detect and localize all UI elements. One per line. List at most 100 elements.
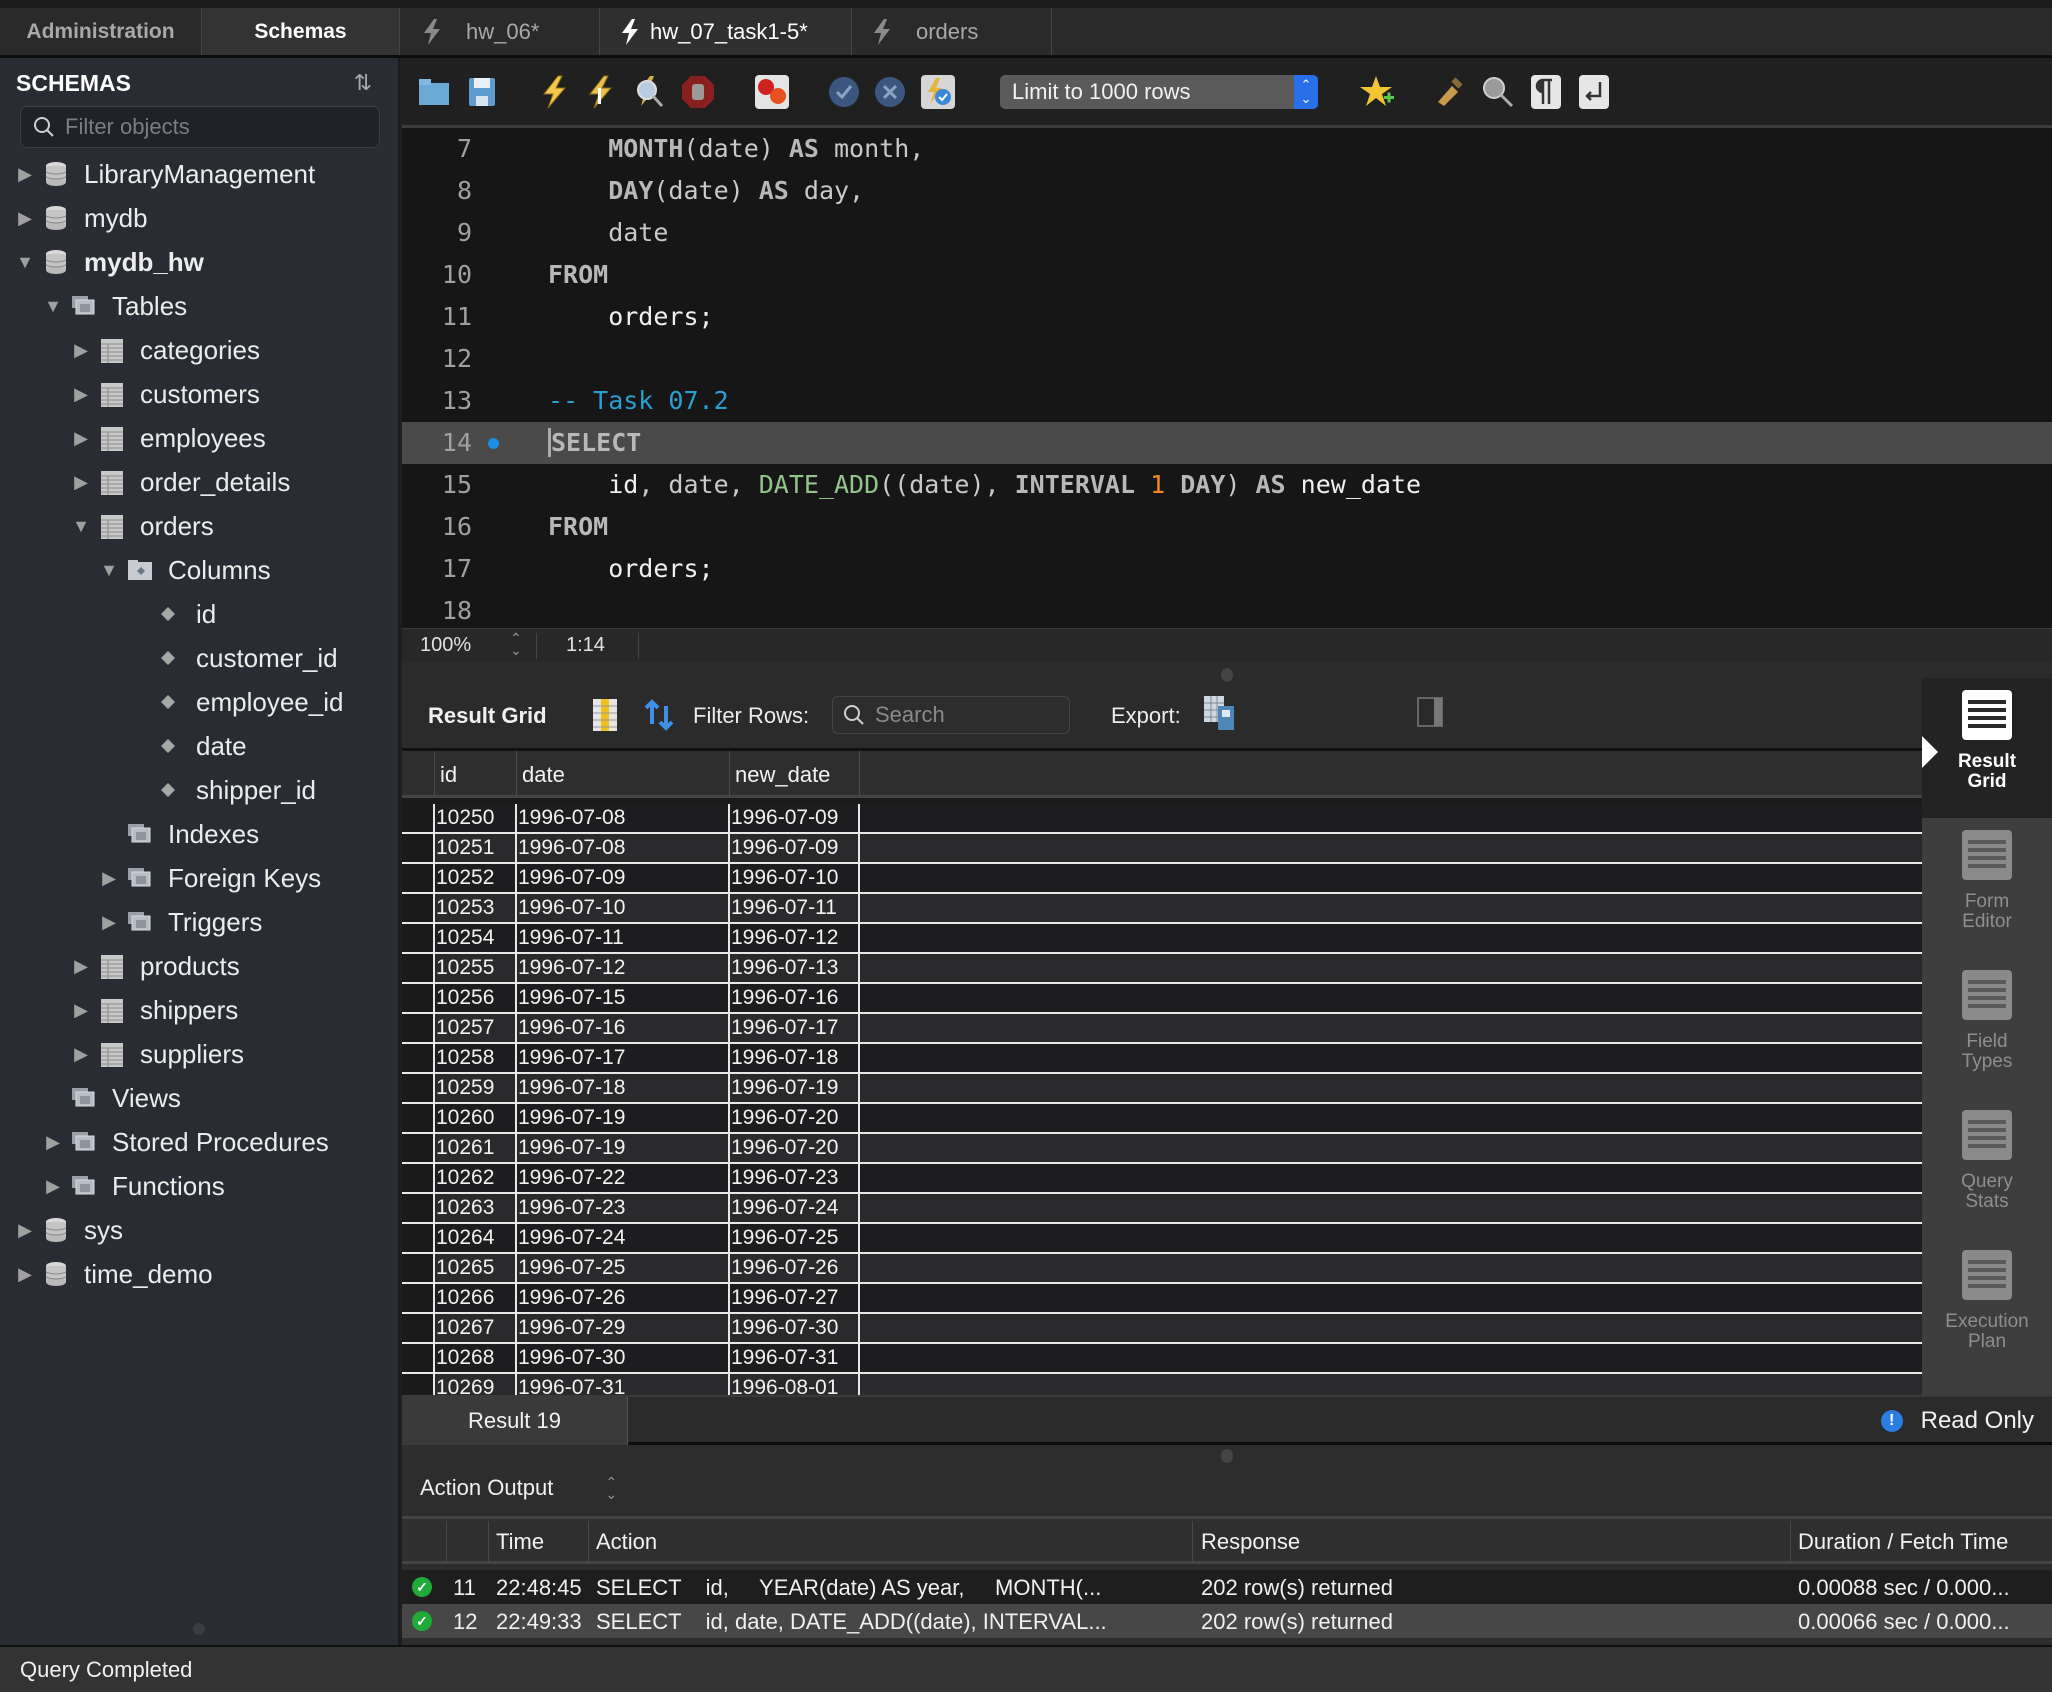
stop-icon[interactable]	[680, 74, 716, 110]
table-row[interactable]: 10265 1996-07-25 1996-07-26	[402, 1254, 1922, 1284]
zoom-stepper[interactable]: ⌃ ⌄	[510, 631, 522, 657]
column-header-action[interactable]: Action	[596, 1529, 657, 1555]
table-cell[interactable]: 1996-07-17	[731, 1016, 838, 1040]
toggle-columns-icon[interactable]	[592, 698, 618, 732]
add-snippet-icon[interactable]	[1360, 74, 1396, 110]
tree-item[interactable]: ▼ Tables	[0, 284, 398, 328]
table-cell[interactable]: 10254	[436, 926, 494, 950]
table-cell[interactable]: 10252	[436, 866, 494, 890]
table-cell[interactable]: 1996-07-30	[518, 1346, 625, 1370]
code-line[interactable]: 10 FROM	[402, 254, 2052, 296]
table-cell[interactable]: 10266	[436, 1286, 494, 1310]
field-types-view[interactable]: Field Types	[1922, 958, 2052, 1098]
table-cell[interactable]: 10263	[436, 1196, 494, 1220]
column-header-new-date[interactable]: new_date	[735, 762, 830, 788]
collapse-arrow-icon[interactable]: ▼	[14, 251, 36, 273]
table-cell[interactable]: 1996-07-09	[731, 806, 838, 830]
table-row[interactable]: 10268 1996-07-30 1996-07-31	[402, 1344, 1922, 1374]
tree-item[interactable]: ▶ LibraryManagement	[0, 152, 398, 196]
table-cell[interactable]: 10251	[436, 836, 494, 860]
tree-item[interactable]: shipper_id	[0, 768, 398, 812]
word-wrap-icon[interactable]	[1576, 74, 1612, 110]
table-cell[interactable]: 10257	[436, 1016, 494, 1040]
expand-arrow-icon[interactable]: ▶	[70, 471, 92, 493]
export-icon[interactable]	[1202, 694, 1238, 732]
tree-item[interactable]: ▶ Triggers	[0, 900, 398, 944]
save-icon[interactable]	[464, 74, 500, 110]
tree-item[interactable]: ▶ order_details	[0, 460, 398, 504]
tree-item[interactable]: date	[0, 724, 398, 768]
tree-item[interactable]: ▼ orders	[0, 504, 398, 548]
table-row[interactable]: 10267 1996-07-29 1996-07-30	[402, 1314, 1922, 1344]
table-cell[interactable]: 1996-07-10	[731, 866, 838, 890]
column-header-date[interactable]: date	[522, 762, 565, 788]
table-cell[interactable]: 1996-07-24	[731, 1196, 838, 1220]
code-line[interactable]: 18	[402, 590, 2052, 628]
editor-tab-hw06[interactable]: hw_06*	[402, 8, 600, 55]
table-row[interactable]: 10253 1996-07-10 1996-07-11	[402, 894, 1922, 924]
table-cell[interactable]: 10269	[436, 1376, 494, 1395]
table-row[interactable]: 10269 1996-07-31 1996-08-01	[402, 1374, 1922, 1395]
table-cell[interactable]: 1996-08-01	[731, 1376, 838, 1395]
execute-icon[interactable]	[536, 74, 572, 110]
toggle-stop-on-error-icon[interactable]	[754, 74, 790, 110]
tree-item[interactable]: employee_id	[0, 680, 398, 724]
table-cell[interactable]: 1996-07-16	[518, 1016, 625, 1040]
table-cell[interactable]: 1996-07-13	[731, 956, 838, 980]
toggle-panel-icon[interactable]	[1416, 696, 1444, 728]
tree-item[interactable]: ▶ suppliers	[0, 1032, 398, 1076]
table-cell[interactable]: 1996-07-31	[731, 1346, 838, 1370]
code-line[interactable]: 7 MONTH(date) AS month,	[402, 128, 2052, 170]
find-icon[interactable]	[1480, 74, 1516, 110]
limit-rows-select[interactable]: Limit to 1000 rows ⌃ ⌄	[1000, 75, 1318, 109]
tree-item[interactable]: ▼ mydb_hw	[0, 240, 398, 284]
column-header-id[interactable]: id	[440, 762, 457, 788]
table-cell[interactable]: 1996-07-22	[518, 1166, 625, 1190]
table-cell[interactable]: 1996-07-31	[518, 1376, 625, 1395]
table-cell[interactable]: 10261	[436, 1136, 494, 1160]
expand-arrow-icon[interactable]: ▶	[42, 1175, 64, 1197]
table-row[interactable]: 10261 1996-07-19 1996-07-20	[402, 1134, 1922, 1164]
table-cell[interactable]: 10260	[436, 1106, 494, 1130]
tree-item[interactable]: Views	[0, 1076, 398, 1120]
expand-arrow-icon[interactable]: ▶	[98, 867, 120, 889]
statement-marker-icon[interactable]	[488, 438, 499, 449]
table-cell[interactable]: 1996-07-09	[731, 836, 838, 860]
expand-arrow-icon[interactable]: ▶	[70, 955, 92, 977]
code-line[interactable]: 12	[402, 338, 2052, 380]
expand-arrow-icon[interactable]: ▶	[70, 383, 92, 405]
tree-item[interactable]: customer_id	[0, 636, 398, 680]
table-row[interactable]: 10252 1996-07-09 1996-07-10	[402, 864, 1922, 894]
table-row[interactable]: 10250 1996-07-08 1996-07-09	[402, 804, 1922, 834]
collapse-arrow-icon[interactable]: ▼	[98, 559, 120, 581]
table-cell[interactable]: 1996-07-10	[518, 896, 625, 920]
table-cell[interactable]: 1996-07-11	[731, 896, 837, 920]
expand-arrow-icon[interactable]: ▶	[98, 911, 120, 933]
table-cell[interactable]: 1996-07-30	[731, 1316, 838, 1340]
autocommit-icon[interactable]	[920, 74, 956, 110]
table-cell[interactable]: 1996-07-12	[518, 956, 625, 980]
table-cell[interactable]: 10250	[436, 806, 494, 830]
code-line[interactable]: 16 FROM	[402, 506, 2052, 548]
table-cell[interactable]: 1996-07-19	[518, 1136, 625, 1160]
table-cell[interactable]: 1996-07-24	[518, 1226, 625, 1250]
result-tab[interactable]: Result 19	[402, 1397, 628, 1445]
code-line[interactable]: 17 orders;	[402, 548, 2052, 590]
tree-item[interactable]: ▶ mydb	[0, 196, 398, 240]
action-row[interactable]: ✓ 11 22:48:45 SELECT id, YEAR(date) AS y…	[402, 1570, 2052, 1604]
code-line[interactable]: 8 DAY(date) AS day,	[402, 170, 2052, 212]
table-row[interactable]: 10264 1996-07-24 1996-07-25	[402, 1224, 1922, 1254]
expand-arrow-icon[interactable]: ▶	[14, 207, 36, 229]
table-cell[interactable]: 10268	[436, 1346, 494, 1370]
table-row[interactable]: 10266 1996-07-26 1996-07-27	[402, 1284, 1922, 1314]
collapse-arrow-icon[interactable]: ▼	[70, 515, 92, 537]
table-row[interactable]: 10262 1996-07-22 1996-07-23	[402, 1164, 1922, 1194]
code-line[interactable]: 13 -- Task 07.2	[402, 380, 2052, 422]
tree-item[interactable]: ▶ time_demo	[0, 1252, 398, 1296]
table-row[interactable]: 10256 1996-07-15 1996-07-16	[402, 984, 1922, 1014]
table-cell[interactable]: 1996-07-26	[731, 1256, 838, 1280]
query-stats-view[interactable]: Query Stats	[1922, 1098, 2052, 1238]
collapse-arrow-icon[interactable]: ▼	[42, 295, 64, 317]
expand-arrow-icon[interactable]: ▶	[70, 339, 92, 361]
editor-tab-hw07-task1-5[interactable]: hw_07_task1-5*	[600, 8, 852, 55]
